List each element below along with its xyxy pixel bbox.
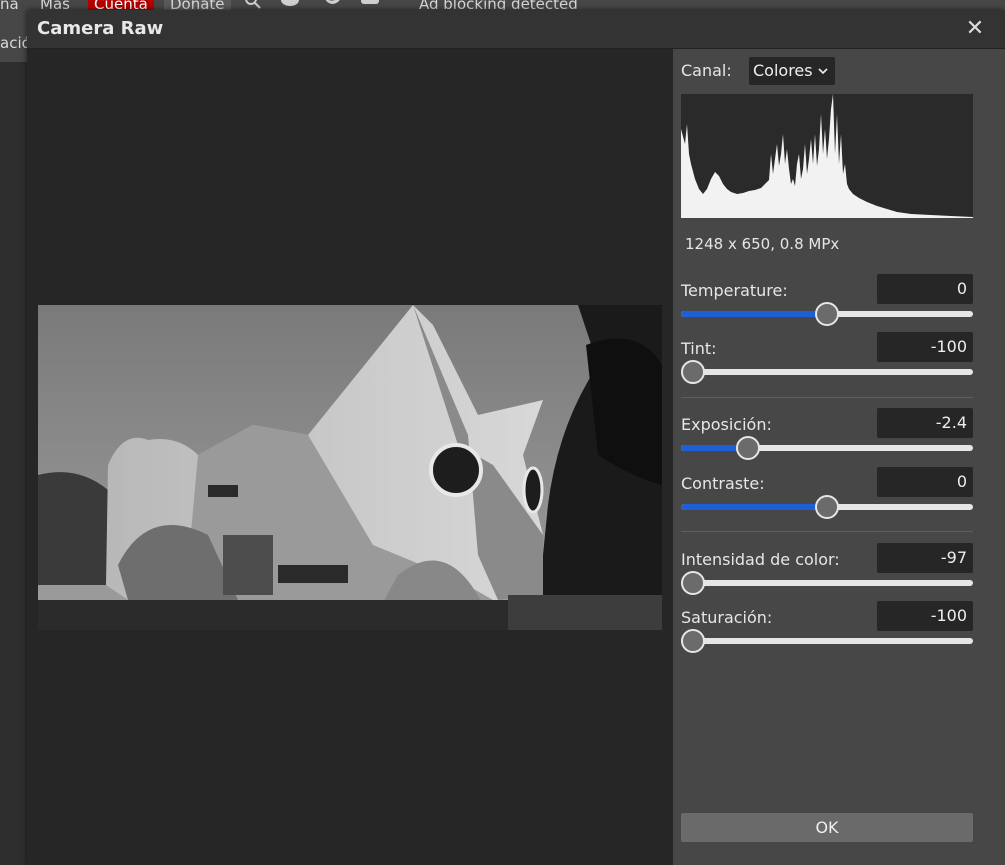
slider-fill [681,311,827,317]
tint-label: Tint: [681,339,717,358]
slider-handle[interactable] [815,495,839,519]
temperature-slider[interactable] [681,302,973,326]
contrast-slider[interactable] [681,495,973,519]
slider-handle[interactable] [681,360,705,384]
exposure-slider[interactable] [681,436,973,460]
slider-handle[interactable] [681,629,705,653]
camera-raw-dialog: Camera Raw ✕ Canal: Colores 1248 x 650, … [27,10,1005,865]
temperature-input[interactable]: 0 [877,274,973,304]
close-icon[interactable]: ✕ [963,17,987,41]
dialog-header: Camera Raw ✕ [27,10,1005,49]
slider-handle[interactable] [815,302,839,326]
ok-button[interactable]: OK [681,813,973,842]
temperature-label: Temperature: [681,281,788,300]
tint-slider[interactable] [681,360,973,384]
vibrance-label: Intensidad de color: [681,550,840,569]
slider-track [681,638,973,644]
reddit-icon[interactable] [280,0,300,10]
saturation-slider[interactable] [681,629,973,653]
vibrance-slider[interactable] [681,571,973,595]
vibrance-input[interactable]: -97 [877,543,973,573]
channel-select[interactable]: Colores [749,57,835,85]
channel-label: Canal: [681,61,732,80]
app-toolbar: ación [0,10,40,62]
slider-handle[interactable] [736,436,760,460]
histogram [681,94,973,218]
preview-image [38,305,662,630]
saturation-label: Saturación: [681,608,773,627]
dialog-title: Camera Raw [37,18,164,39]
twitter-icon[interactable] [323,0,343,10]
channel-select-value: Colores [753,61,813,80]
tint-input[interactable]: -100 [877,332,973,362]
app-sidebar [0,62,27,865]
facebook-icon[interactable] [360,0,380,10]
contrast-input[interactable]: 0 [877,467,973,497]
image-dimensions: 1248 x 650, 0.8 MPx [685,235,840,253]
search-icon[interactable] [243,0,263,10]
app-menubar: na Más Cuenta Donate Ad blocking detecte… [0,0,1005,13]
section-divider [681,397,973,398]
saturation-input[interactable]: -100 [877,601,973,631]
section-divider [681,531,973,532]
exposure-label: Exposición: [681,415,772,434]
exposure-input[interactable]: -2.4 [877,408,973,438]
preview-canvas[interactable] [27,49,673,865]
slider-track [681,369,973,375]
contrast-label: Contraste: [681,474,765,493]
slider-fill [681,504,827,510]
adjustment-panel: Canal: Colores 1248 x 650, 0.8 MPx Tempe… [673,49,1005,865]
slider-track [681,580,973,586]
chevron-down-icon [818,68,828,75]
slider-handle[interactable] [681,571,705,595]
